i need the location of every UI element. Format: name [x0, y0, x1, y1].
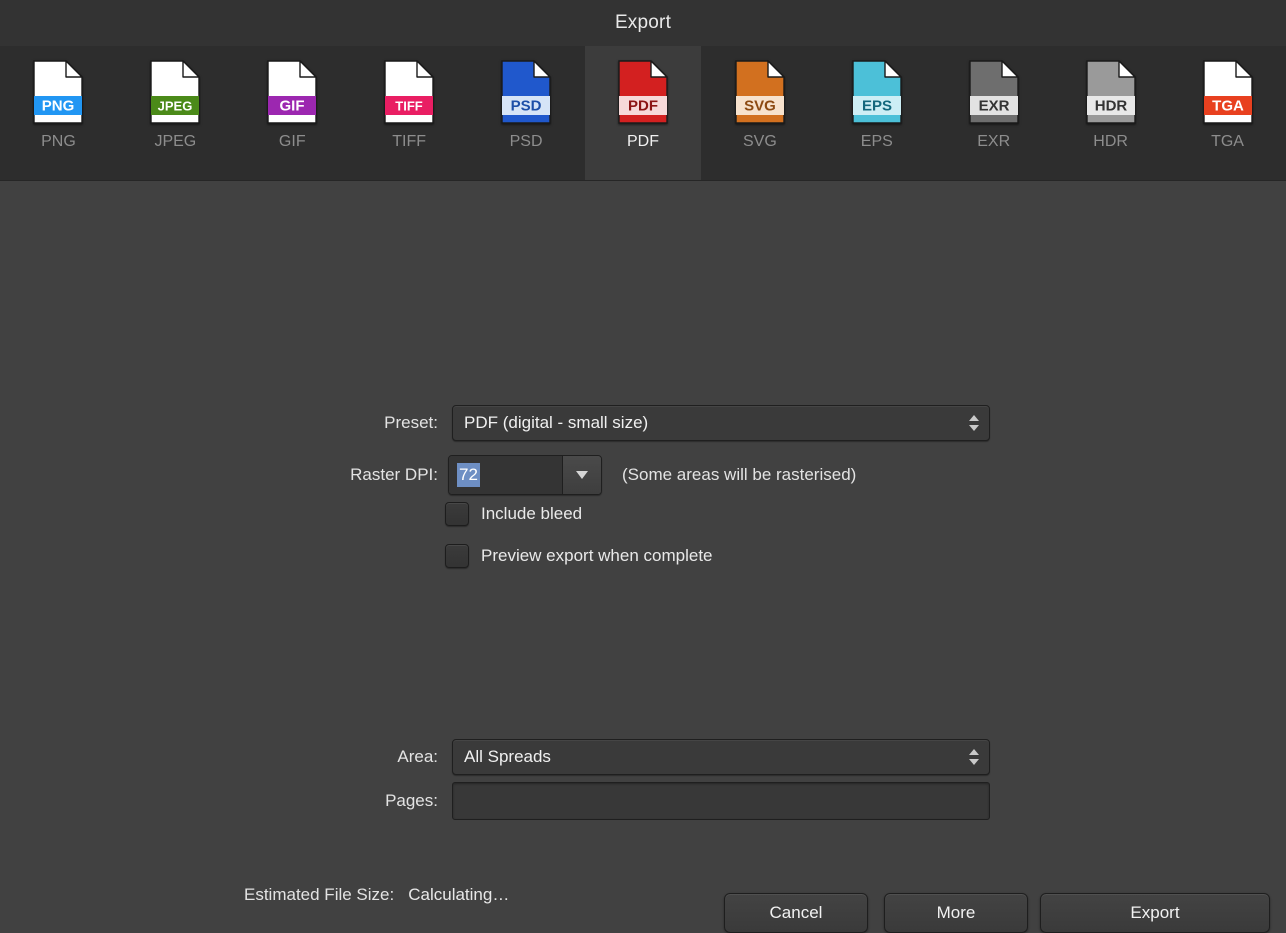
- dialog-titlebar: Export: [0, 0, 1286, 46]
- dialog-body: Preset: PDF (digital - small size) Raste…: [0, 181, 1286, 933]
- raster-dpi-input[interactable]: 72: [449, 456, 562, 494]
- pdf-badge-text: PDF: [628, 98, 658, 115]
- exr-badge-text: EXR: [978, 98, 1009, 115]
- tiff-badge-text: TIFF: [395, 99, 422, 114]
- raster-dpi-dropdown-button[interactable]: [562, 456, 601, 494]
- pages-label: Pages:: [385, 791, 438, 810]
- more-button[interactable]: More: [884, 893, 1028, 933]
- raster-dpi-combo[interactable]: 72: [448, 455, 602, 495]
- format-tab-png[interactable]: PNG PNG: [0, 46, 117, 180]
- format-tab-label-hdr: HDR: [1093, 133, 1128, 150]
- preset-row: Preset: PDF (digital - small size): [360, 405, 990, 441]
- format-tab-label-tga: TGA: [1211, 133, 1244, 150]
- preview-export-checkbox[interactable]: [445, 544, 469, 568]
- gif-badge-text: GIF: [280, 98, 305, 115]
- svg-badge-text: SVG: [744, 98, 776, 115]
- format-tab-tiff[interactable]: TIFF TIFF: [351, 46, 468, 180]
- format-tab-label-psd: PSD: [509, 133, 543, 150]
- chevron-down-icon: [969, 759, 979, 765]
- raster-dpi-row: Raster DPI: 72 (Some areas will be raste…: [324, 455, 856, 495]
- jpeg-file-icon: JPEG: [150, 60, 201, 124]
- pdf-file-icon: PDF: [618, 60, 668, 124]
- area-label: Area:: [397, 747, 438, 766]
- format-tab-label-png: PNG: [41, 133, 76, 150]
- preset-stepper-icon[interactable]: [969, 415, 979, 431]
- area-row: Area: All Spreads: [382, 739, 990, 775]
- tga-badge-text: TGA: [1212, 98, 1244, 115]
- gif-file-icon: GIF: [267, 60, 317, 124]
- preset-label: Preset:: [384, 413, 438, 432]
- format-tab-label-eps: EPS: [860, 133, 893, 150]
- tga-file-icon: TGA: [1202, 60, 1253, 124]
- estimated-file-size-row: Estimated File Size: Calculating…: [244, 885, 509, 905]
- chevron-down-icon: [576, 471, 588, 479]
- cancel-button[interactable]: Cancel: [724, 893, 868, 933]
- pages-row: Pages:: [364, 782, 990, 820]
- chevron-down-icon: [969, 425, 979, 431]
- format-tab-svg[interactable]: SVG SVG: [701, 46, 818, 180]
- format-tab-label-tiff: TIFF: [392, 133, 427, 150]
- dialog-title: Export: [614, 12, 672, 33]
- format-tab-pdf[interactable]: PDF PDF: [584, 46, 702, 180]
- format-tab-label-pdf: PDF: [626, 133, 659, 150]
- area-dropdown[interactable]: All Spreads: [452, 739, 990, 775]
- preset-dropdown[interactable]: PDF (digital - small size): [452, 405, 990, 441]
- format-tab-label-jpeg: JPEG: [154, 133, 197, 150]
- png-file-icon: PNG: [33, 60, 84, 124]
- format-tab-label-svg: SVG: [742, 133, 777, 150]
- format-tab-gif[interactable]: GIF GIF: [234, 46, 351, 180]
- psd-badge-text: PSD: [511, 98, 542, 115]
- format-tab-psd[interactable]: PSD PSD: [468, 46, 585, 180]
- format-tab-exr[interactable]: EXR EXR: [935, 46, 1052, 180]
- format-tab-label-exr: EXR: [977, 133, 1011, 150]
- export-button[interactable]: Export: [1040, 893, 1270, 933]
- png-badge-text: PNG: [42, 98, 75, 115]
- format-tab-strip: PNG PNG JPEG JPEG GIF GIF TIFF TIFF PSD PSD PDF PDF…: [0, 46, 1286, 181]
- raster-dpi-label: Raster DPI:: [350, 465, 438, 484]
- estimated-file-size-label: Estimated File Size:: [244, 885, 395, 904]
- preview-export-label: Preview export when complete: [481, 546, 713, 565]
- chevron-up-icon: [969, 749, 979, 755]
- export-dialog: Export PNG PNG JPEG JPEG GIF GIF TIFF TIFF PSD PS…: [0, 0, 1286, 933]
- jpeg-badge-text: JPEG: [158, 99, 193, 114]
- pages-input[interactable]: [452, 782, 990, 820]
- eps-badge-text: EPS: [862, 98, 892, 115]
- hdr-badge-text: HDR: [1094, 98, 1127, 115]
- estimated-file-size-value: Calculating…: [408, 885, 510, 904]
- include-bleed-checkbox[interactable]: [445, 502, 469, 526]
- format-tab-eps[interactable]: EPS EPS: [818, 46, 935, 180]
- include-bleed-label: Include bleed: [481, 504, 583, 523]
- preview-export-row[interactable]: Preview export when complete: [445, 544, 713, 568]
- format-tab-hdr[interactable]: HDR HDR: [1052, 46, 1169, 180]
- eps-file-icon: EPS: [852, 60, 902, 124]
- preset-value: PDF (digital - small size): [464, 413, 649, 432]
- include-bleed-row[interactable]: Include bleed: [445, 502, 582, 526]
- tiff-file-icon: TIFF: [384, 60, 434, 124]
- psd-file-icon: PSD: [501, 60, 551, 124]
- exr-file-icon: EXR: [969, 60, 1019, 124]
- area-stepper-icon[interactable]: [969, 749, 979, 765]
- format-tab-label-gif: GIF: [278, 133, 306, 150]
- raster-dpi-hint: (Some areas will be rasterised): [622, 465, 857, 484]
- svg-file-icon: SVG: [735, 60, 785, 124]
- area-value: All Spreads: [464, 747, 551, 766]
- format-tab-jpeg[interactable]: JPEG JPEG: [117, 46, 234, 180]
- raster-dpi-value: 72: [457, 463, 480, 487]
- chevron-up-icon: [969, 415, 979, 421]
- format-tab-tga[interactable]: TGA TGA: [1169, 46, 1286, 180]
- hdr-file-icon: HDR: [1085, 60, 1136, 124]
